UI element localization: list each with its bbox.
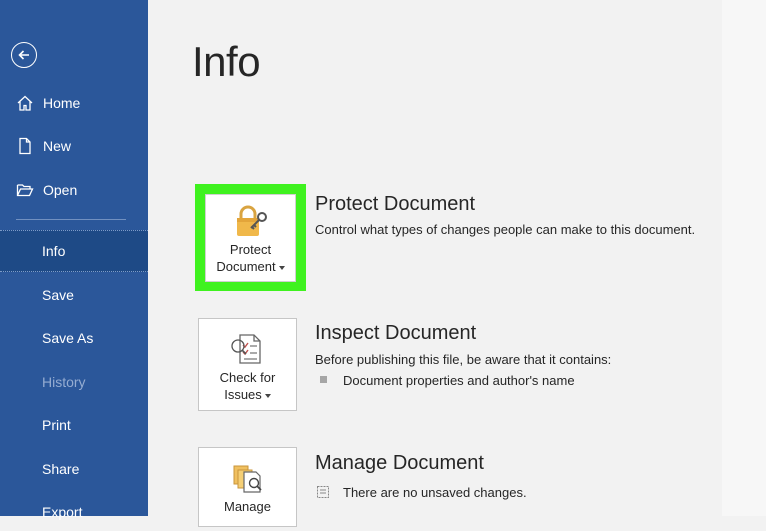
- nav-share[interactable]: Share: [0, 450, 148, 488]
- nav-home[interactable]: Home: [0, 84, 148, 122]
- dropdown-caret-icon: [264, 393, 271, 398]
- inspect-document-description: Before publishing this file, be aware th…: [315, 352, 612, 367]
- nav-history[interactable]: History: [0, 363, 148, 401]
- back-button[interactable]: [11, 42, 37, 68]
- backstage-sidebar: Home New Open Info Save Save As History …: [0, 0, 148, 520]
- nav-info[interactable]: Info: [0, 230, 148, 272]
- nav-save-as[interactable]: Save As: [0, 319, 148, 357]
- check-for-issues-button[interactable]: Check for Issues: [198, 318, 297, 411]
- nav-info-label: Info: [42, 243, 66, 259]
- nav-open-label: Open: [43, 182, 78, 198]
- manage-document-icon: [228, 460, 268, 496]
- inspect-document-bullet: Document properties and author's name: [343, 373, 575, 388]
- nav-save-as-label: Save As: [42, 330, 94, 346]
- protect-document-description: Control what types of changes people can…: [315, 222, 696, 237]
- manage-document-label: Manage: [224, 499, 271, 514]
- lock-key-icon: [231, 203, 271, 239]
- protect-document-label: Protect Document: [216, 241, 285, 275]
- inspect-checklist-icon: [228, 331, 268, 367]
- bullet-marker: [320, 376, 327, 383]
- manage-document-title: Manage Document: [315, 452, 484, 474]
- nav-save[interactable]: Save: [0, 276, 148, 314]
- check-for-issues-label: Check for Issues: [219, 370, 276, 402]
- page-title: Info: [192, 38, 261, 85]
- nav-new-label: New: [43, 138, 72, 154]
- right-margin: [722, 0, 766, 516]
- nav-history-label: History: [42, 374, 86, 390]
- nav-print-label: Print: [42, 417, 71, 433]
- nav-print[interactable]: Print: [0, 406, 148, 444]
- new-document-icon: [16, 137, 34, 155]
- back-arrow-icon: [18, 50, 29, 60]
- manage-document-description: There are no unsaved changes.: [343, 485, 527, 500]
- nav-open[interactable]: Open: [0, 171, 148, 209]
- nav-home-label: Home: [43, 95, 81, 111]
- nav-export[interactable]: Export: [0, 493, 148, 531]
- sidebar-divider: [16, 219, 126, 220]
- nav-share-label: Share: [42, 461, 80, 477]
- nav-new[interactable]: New: [0, 127, 148, 165]
- inspect-document-title: Inspect Document: [315, 322, 477, 344]
- nav-export-label: Export: [42, 504, 83, 520]
- nav-save-label: Save: [42, 287, 74, 303]
- protect-document-title: Protect Document: [315, 193, 476, 215]
- dropdown-caret-icon: [278, 265, 285, 270]
- document-status-icon: [317, 486, 329, 498]
- protect-document-button[interactable]: Protect Document: [205, 194, 296, 282]
- home-icon: [16, 94, 34, 112]
- open-folder-icon: [16, 181, 34, 199]
- manage-document-button[interactable]: Manage: [198, 447, 297, 527]
